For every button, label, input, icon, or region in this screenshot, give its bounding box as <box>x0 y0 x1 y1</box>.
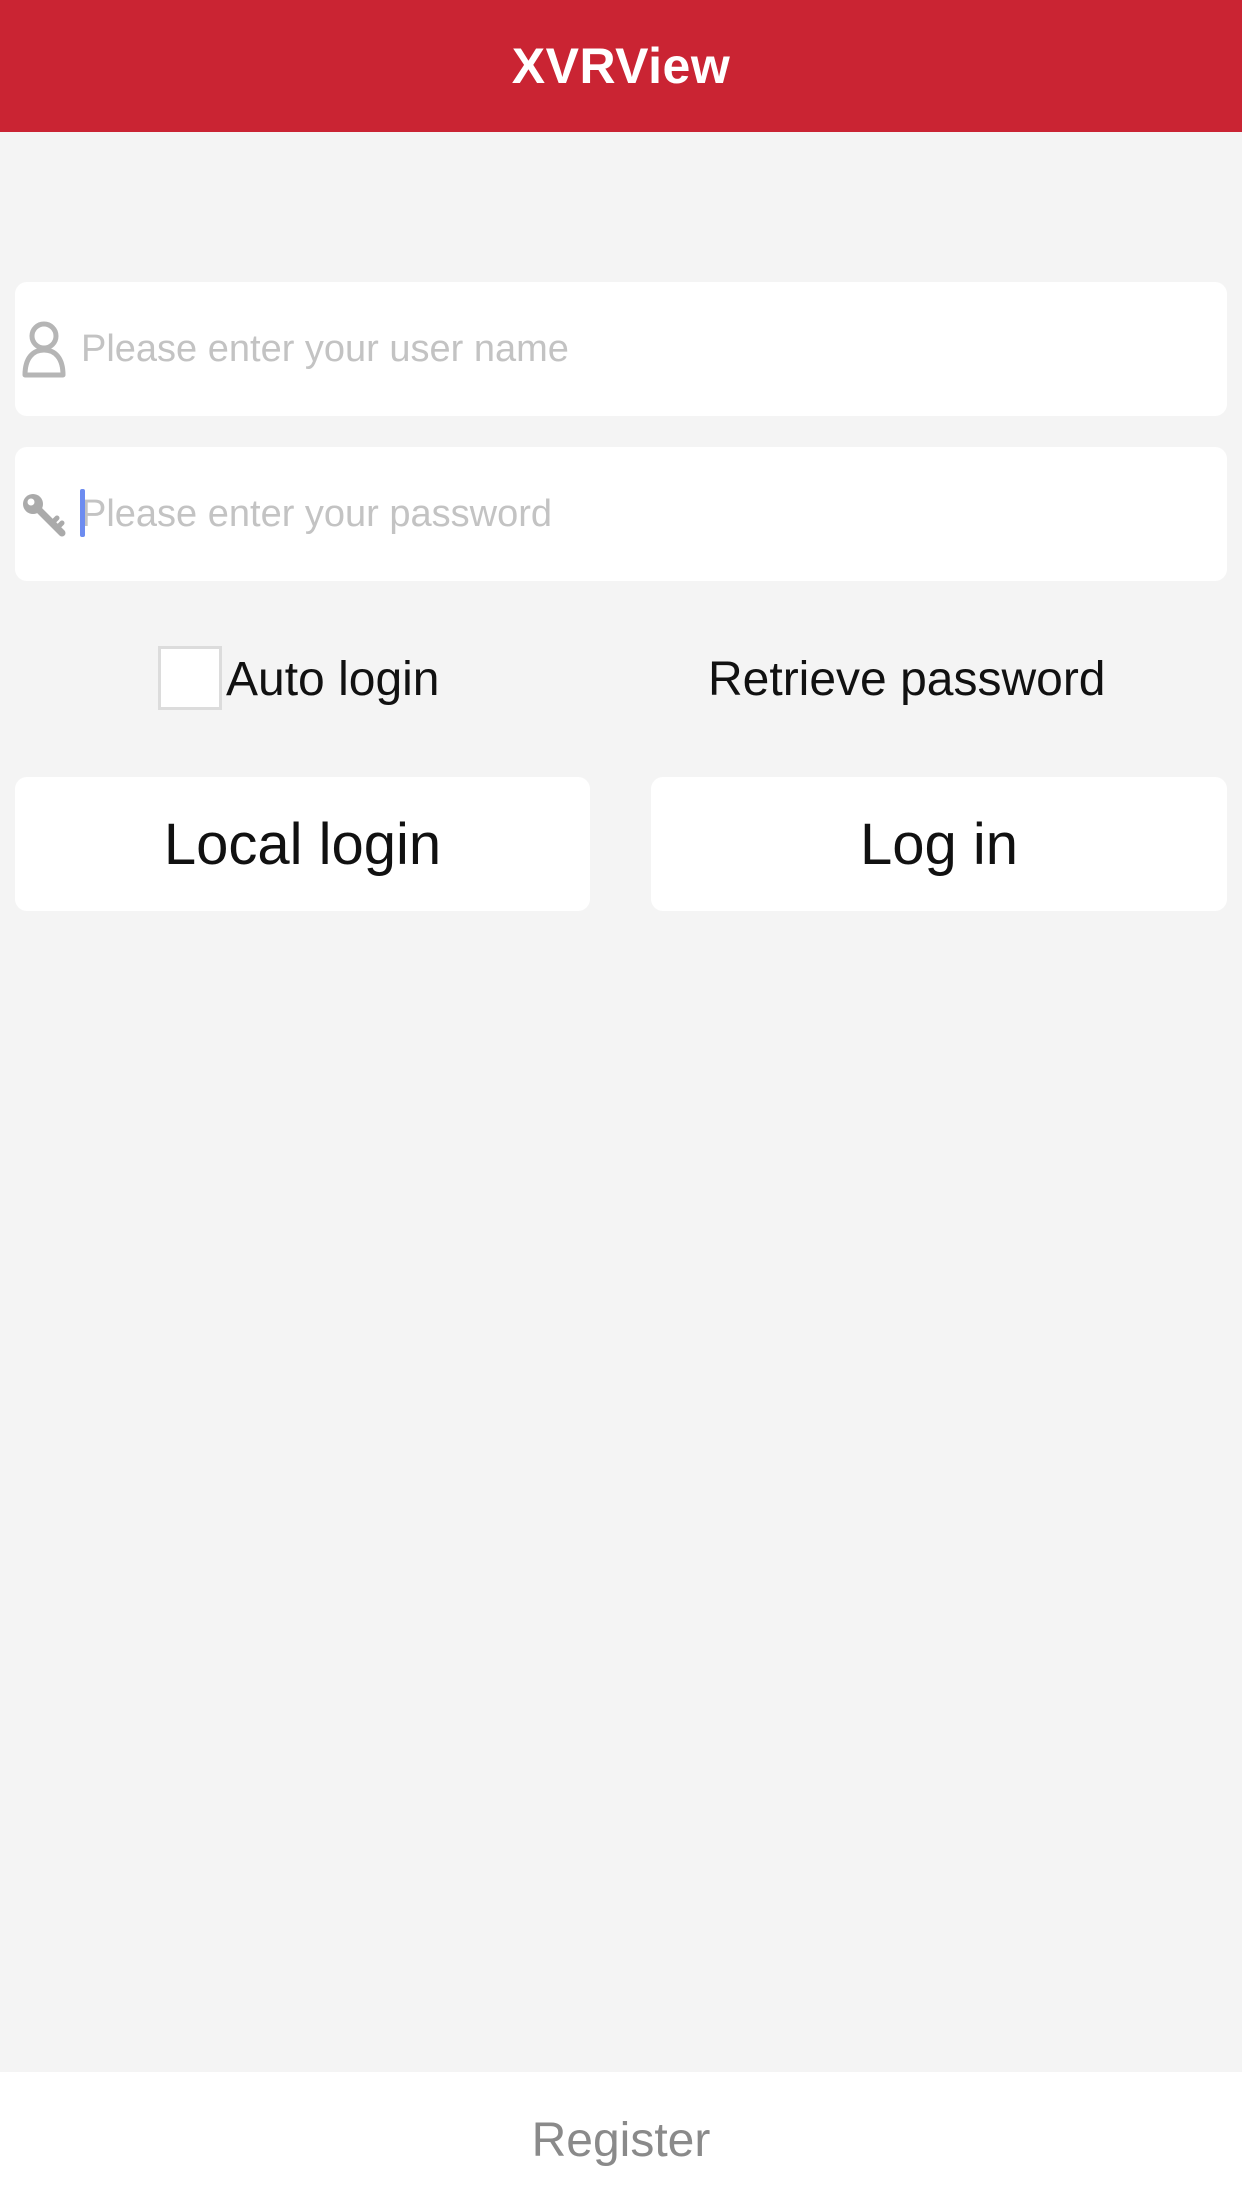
app-header: XVRView <box>0 0 1242 132</box>
username-field[interactable] <box>15 282 1227 416</box>
password-input[interactable] <box>81 447 1207 581</box>
username-input[interactable] <box>81 282 1207 416</box>
auto-login-label[interactable]: Auto login <box>226 640 440 720</box>
app-title: XVRView <box>511 38 731 94</box>
retrieve-password-link[interactable]: Retrieve password <box>708 640 1106 720</box>
password-field[interactable] <box>15 447 1227 581</box>
local-login-button[interactable]: Local login <box>15 777 590 911</box>
login-options-row: Auto login Retrieve password <box>0 640 1242 720</box>
key-icon <box>19 484 69 544</box>
text-cursor <box>80 489 85 537</box>
register-button[interactable]: Register <box>532 2113 711 2168</box>
login-button[interactable]: Log in <box>651 777 1227 911</box>
user-icon <box>19 319 69 379</box>
auto-login-checkbox[interactable] <box>158 646 222 710</box>
footer-bar: Register <box>0 2072 1242 2208</box>
